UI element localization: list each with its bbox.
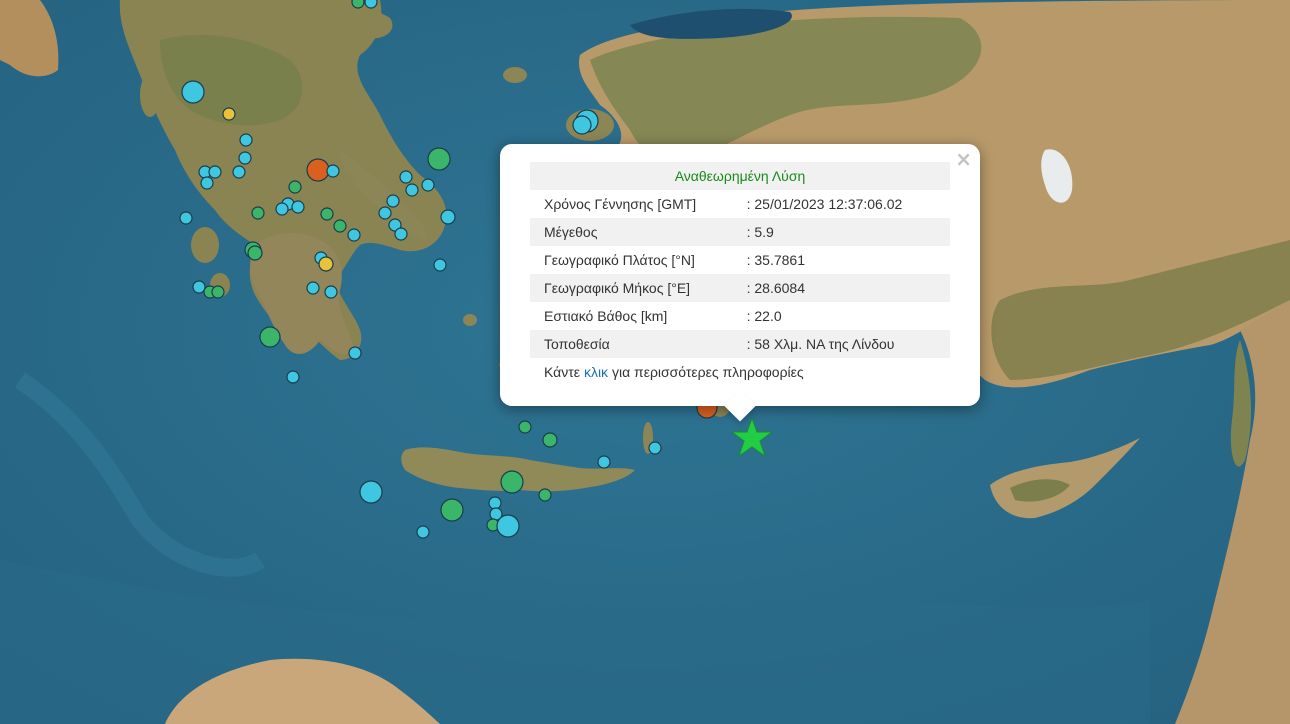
- info-label: Χρόνος Γέννησης [GMT]: [544, 196, 697, 212]
- quake-marker[interactable]: [192, 280, 206, 294]
- quake-marker[interactable]: [211, 285, 225, 299]
- quake-marker[interactable]: [364, 0, 378, 9]
- land-corfu: [140, 73, 160, 117]
- quake-marker[interactable]: [496, 514, 520, 538]
- info-label: Γεωγραφικό Πλάτος [°N]: [544, 252, 695, 268]
- close-icon[interactable]: ×: [955, 148, 972, 170]
- quake-marker[interactable]: [405, 183, 419, 197]
- quake-marker[interactable]: [251, 206, 265, 220]
- quake-marker[interactable]: [421, 178, 435, 192]
- quake-marker[interactable]: [416, 525, 430, 539]
- quake-marker[interactable]: [538, 488, 552, 502]
- quake-marker[interactable]: [597, 455, 611, 469]
- info-value: : 22.0: [746, 308, 782, 324]
- quake-marker[interactable]: [572, 115, 592, 135]
- quake-marker[interactable]: [351, 0, 365, 9]
- quake-marker[interactable]: [440, 498, 464, 522]
- info-value: : 5.9: [746, 218, 950, 246]
- quake-marker[interactable]: [440, 209, 456, 225]
- quake-marker[interactable]: [200, 176, 214, 190]
- quake-marker[interactable]: [286, 370, 300, 384]
- quake-marker[interactable]: [394, 227, 408, 241]
- popup-info-table: Χρόνος Γέννησης [GMT] : 25/01/2023 12:37:…: [530, 190, 950, 358]
- quake-marker[interactable]: [500, 470, 524, 494]
- quake-marker[interactable]: [247, 245, 263, 261]
- land-kefalonia: [191, 227, 219, 263]
- quake-marker[interactable]: [208, 165, 222, 179]
- more-info-line: Κάντε κλικ για περισσότερες πληροφορίες: [530, 358, 950, 380]
- info-value: : 35.7861: [746, 252, 805, 268]
- quake-marker[interactable]: [386, 194, 400, 208]
- info-row: Εστιακό Βάθος [km] : 22.0: [530, 302, 950, 330]
- popup-title: Αναθεωρημένη Λύση: [530, 162, 950, 190]
- quake-marker[interactable]: [275, 202, 289, 216]
- quake-marker[interactable]: [306, 281, 320, 295]
- quake-marker[interactable]: [399, 170, 413, 184]
- quake-marker[interactable]: [181, 80, 205, 104]
- quake-marker[interactable]: [359, 480, 383, 504]
- quake-marker[interactable]: [288, 180, 302, 194]
- quake-marker[interactable]: [318, 256, 334, 272]
- info-label: Γεωγραφικό Μήκος [°E]: [530, 274, 747, 302]
- quake-marker[interactable]: [427, 147, 451, 171]
- quake-marker[interactable]: [348, 346, 362, 360]
- quake-marker[interactable]: [324, 285, 338, 299]
- info-row: Γεωγραφικό Μήκος [°E]: 28.6084: [530, 274, 950, 302]
- quake-marker[interactable]: [232, 165, 246, 179]
- quake-marker[interactable]: [648, 441, 662, 455]
- info-label: Τοποθεσία: [530, 330, 747, 358]
- quake-marker[interactable]: [347, 228, 361, 242]
- more-prefix: Κάντε: [544, 364, 581, 380]
- info-value: : 28.6084: [746, 274, 950, 302]
- quake-marker[interactable]: [333, 219, 347, 233]
- info-value: : 58 Χλμ. ΝΑ της Λίνδου: [746, 330, 950, 358]
- info-row: Τοποθεσία: 58 Χλμ. ΝΑ της Λίνδου: [530, 330, 950, 358]
- earthquake-popup: × Αναθεωρημένη Λύση Χρόνος Γέννησης [GMT…: [500, 144, 980, 422]
- quake-marker[interactable]: [238, 151, 252, 165]
- more-info-link[interactable]: κλικ: [584, 364, 608, 380]
- quake-marker[interactable]: [542, 432, 558, 448]
- quake-marker[interactable]: [433, 258, 447, 272]
- quake-marker[interactable]: [179, 211, 193, 225]
- quake-marker[interactable]: [326, 164, 340, 178]
- quake-marker[interactable]: [259, 326, 281, 348]
- land-cyclades: [463, 314, 477, 326]
- info-row: Μέγεθος: 5.9: [530, 218, 950, 246]
- quake-marker[interactable]: [306, 158, 330, 182]
- quake-marker[interactable]: [378, 206, 392, 220]
- quake-marker[interactable]: [291, 200, 305, 214]
- info-row: Χρόνος Γέννησης [GMT] : 25/01/2023 12:37:…: [530, 190, 950, 218]
- info-value: : 25/01/2023 12:37:06.02: [746, 196, 903, 212]
- land-lemnos: [503, 67, 527, 83]
- quake-marker[interactable]: [518, 420, 532, 434]
- more-suffix: για περισσότερες πληροφορίες: [611, 364, 804, 380]
- info-label: Μέγεθος: [530, 218, 747, 246]
- info-label: Εστιακό Βάθος [km]: [544, 308, 668, 324]
- quake-marker[interactable]: [488, 496, 502, 510]
- quake-marker[interactable]: [320, 207, 334, 221]
- quake-marker[interactable]: [239, 133, 253, 147]
- info-row: Γεωγραφικό Πλάτος [°N] : 35.7861: [530, 246, 950, 274]
- quake-marker[interactable]: [222, 107, 236, 121]
